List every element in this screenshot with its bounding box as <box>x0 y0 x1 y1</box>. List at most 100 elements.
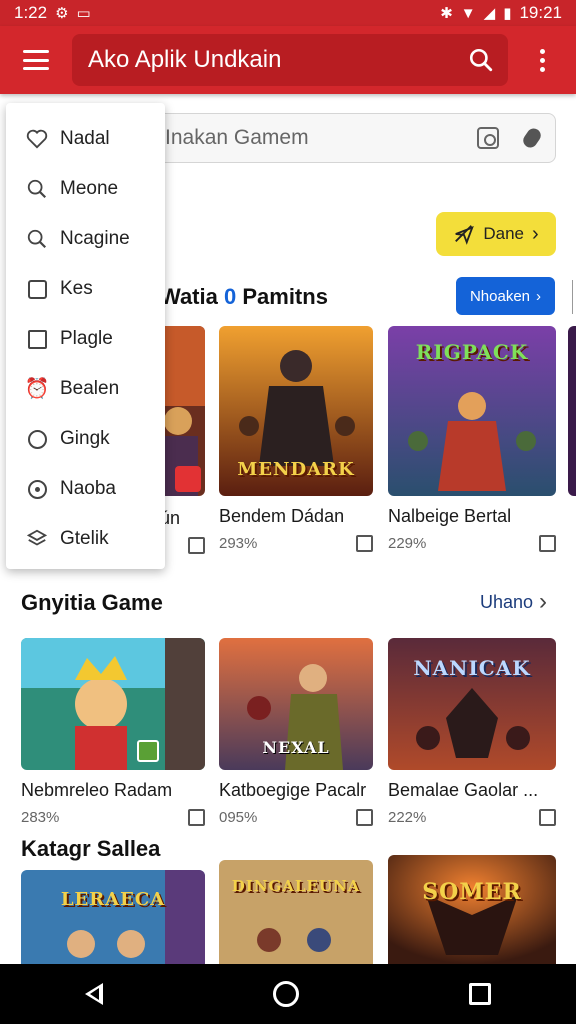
drawer-item-label: Kes <box>60 278 93 299</box>
drawer-item-naoba[interactable]: Naoba <box>6 464 165 514</box>
bookmark-icon[interactable] <box>188 809 205 826</box>
compass-icon <box>26 428 48 450</box>
wifi-icon: ▼ <box>460 4 476 22</box>
status-time: 1:22 <box>14 3 48 22</box>
layers-icon <box>26 528 48 550</box>
section-title-popular: Gnyitia Game <box>21 590 163 615</box>
back-icon[interactable] <box>85 983 103 1005</box>
game-card[interactable]: RIGPACK Nalbeige Bertal 229% <box>388 326 556 552</box>
game-rating: 222% <box>388 809 427 826</box>
menu-button[interactable] <box>0 26 72 94</box>
heart-icon <box>26 128 48 150</box>
bookmark-icon[interactable] <box>356 809 373 826</box>
bluetooth-icon: ✱ <box>440 4 453 22</box>
drawer-item-label: Meone <box>60 178 119 199</box>
drawer-item-bealen[interactable]: ⏰ Bealen <box>6 364 165 414</box>
game-card[interactable]: NEXAL Katboegige Pacalr 095% <box>219 638 373 826</box>
featured-more-button[interactable]: Nhoaken › <box>456 277 555 315</box>
game-card[interactable]: DINGALEUNA <box>219 860 373 964</box>
game-art-title: NANICAK <box>413 656 531 681</box>
message-icon: ▭ <box>76 4 91 22</box>
drawer-item-plagle[interactable]: Plagle <box>6 314 165 364</box>
bookmark-icon[interactable] <box>539 809 556 826</box>
game-rating: 283% <box>21 809 60 826</box>
navigation-drawer: Nadal Meone Ncagine Kes Plagle ⏰ Bealen … <box>6 103 165 569</box>
game-thumbnail: NANICAK <box>388 638 556 770</box>
search-icon <box>26 178 48 200</box>
square-icon <box>26 328 48 350</box>
app-badge-icon <box>137 740 159 762</box>
app-badge-icon <box>175 466 201 492</box>
game-title: Nalbeige Bertal <box>388 506 512 526</box>
game-art-title: MENDARK <box>237 458 355 480</box>
status-bar: 1:22 ⚙ ▭ ✱ ▼ ◢ ▮ 19:21 <box>0 0 576 26</box>
recents-icon[interactable] <box>469 983 491 1005</box>
game-thumbnail: DINGALEUNA <box>219 860 373 964</box>
battery-icon: ▮ <box>503 4 512 22</box>
bookmark-icon[interactable] <box>539 535 556 552</box>
bookmark-icon[interactable] <box>356 535 373 552</box>
game-card[interactable]: LERAECA <box>21 870 205 964</box>
game-card-peek[interactable] <box>568 326 576 496</box>
game-thumbnail: MENDARK <box>219 326 373 496</box>
chevron-right-icon: › <box>539 588 548 615</box>
bookmark-icon[interactable] <box>188 537 205 554</box>
game-art-title: SOMER <box>422 878 522 905</box>
search-placeholder: Inakan Gamem <box>165 126 309 149</box>
system-nav-bar <box>0 964 576 1024</box>
drawer-item-label: Gingk <box>60 428 110 449</box>
home-icon[interactable] <box>273 981 299 1007</box>
game-rating: 095% <box>219 809 258 826</box>
app-search-bar[interactable]: Ako Aplik Undkain <box>72 34 508 86</box>
scan-icon[interactable] <box>477 127 499 149</box>
drawer-item-label: Gtelik <box>60 528 109 549</box>
drawer-item-gtelik[interactable]: Gtelik <box>6 514 165 564</box>
settings-icon: ⚙ <box>55 4 69 22</box>
alarm-icon: ⏰ <box>24 378 50 400</box>
game-card[interactable]: SOMER <box>388 855 556 964</box>
game-title: Bemalae Gaolar ... <box>388 780 539 800</box>
drawer-item-gingk[interactable]: Gingk <box>6 414 165 464</box>
see-all-label: Uhano <box>480 591 534 612</box>
drawer-item-label: Bealen <box>60 378 120 399</box>
signal-icon: ◢ <box>483 4 496 22</box>
section-title-highlight: 0 <box>223 284 237 309</box>
section-title-category: Katagr Sallea <box>21 836 161 861</box>
game-title: Nebmreleo Radam <box>21 780 173 800</box>
chevron-right-icon: › <box>536 287 542 305</box>
more-options-icon[interactable] <box>508 26 576 94</box>
game-art-title: RIGPACK <box>415 339 529 364</box>
radio-icon <box>26 478 48 500</box>
drawer-item-ncagine[interactable]: Ncagine <box>6 214 165 264</box>
game-card[interactable]: Nebmreleo Radam 283% <box>21 638 205 826</box>
see-all-link[interactable]: Uhano › <box>480 588 547 616</box>
game-thumbnail: LERAECA <box>21 870 205 964</box>
game-thumbnail: NEXAL <box>219 638 373 770</box>
drawer-item-meone[interactable]: Meone <box>6 164 165 214</box>
scroll-edge <box>572 280 576 314</box>
featured-more-label: Nhoaken <box>469 287 531 305</box>
game-card[interactable]: MENDARK Bendem Dádan 293% <box>219 326 373 552</box>
chevron-right-icon: › <box>531 222 539 245</box>
drawer-item-label: Nadal <box>60 128 110 149</box>
drawer-item-label: Ncagine <box>60 228 130 249</box>
game-title: Katboegige Pacalr <box>219 780 367 800</box>
game-art-title: NEXAL <box>262 738 330 758</box>
search-input[interactable]: Inakan Gamem <box>152 113 556 163</box>
game-thumbnail: RIGPACK <box>388 326 556 496</box>
game-rating: 293% <box>219 535 258 552</box>
action-button[interactable]: Dane › <box>436 212 556 256</box>
drawer-item-kes[interactable]: Kes <box>6 264 165 314</box>
plane-off-icon <box>455 225 475 245</box>
app-bar: Ako Aplik Undkain <box>0 26 576 94</box>
app-title: Ako Aplik Undkain <box>88 46 282 73</box>
game-rating: 229% <box>388 535 427 552</box>
search-icon[interactable] <box>468 47 494 73</box>
drawer-item-nadal[interactable]: Nadal <box>6 114 165 164</box>
game-card[interactable]: NANICAK Bemalae Gaolar ... 222% <box>388 638 556 826</box>
hamburger-icon <box>23 50 49 70</box>
section-title-suffix: Pamitns <box>236 284 328 309</box>
search-icon <box>26 228 48 250</box>
section-title-featured: Watia 0 Pamitns <box>160 284 328 310</box>
microphone-icon[interactable] <box>520 125 544 151</box>
